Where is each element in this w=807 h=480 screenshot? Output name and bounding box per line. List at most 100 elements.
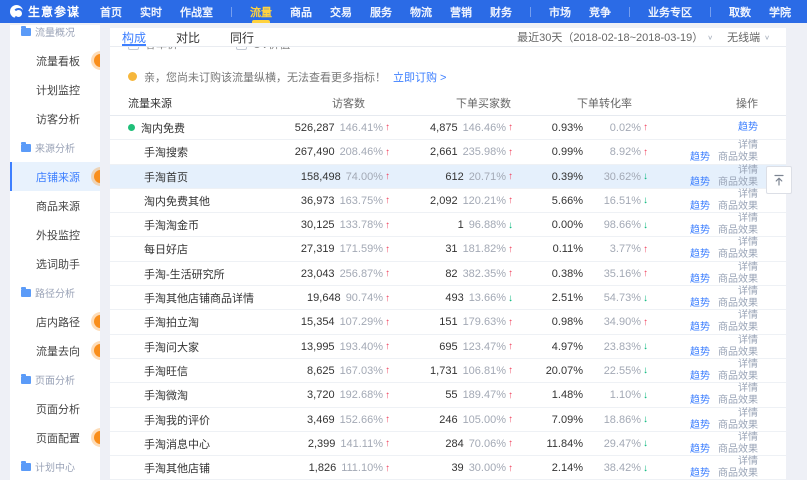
product-effect-link[interactable]: 商品效果 bbox=[718, 152, 758, 164]
detail-link[interactable]: 详情 bbox=[738, 310, 758, 322]
ops-second-line: 趋势商品效果 bbox=[690, 322, 758, 334]
sidebar-item-流量看板[interactable]: 流量看板 bbox=[10, 46, 100, 75]
nav-item-学院[interactable]: 学院 bbox=[769, 0, 791, 23]
detail-link[interactable]: 详情 bbox=[738, 140, 758, 152]
detail-link[interactable]: 详情 bbox=[738, 165, 758, 177]
sidebar-item-label: 流量看板 bbox=[36, 53, 80, 69]
arrow-up-icon: ↑ bbox=[508, 171, 513, 182]
nav-item-物流[interactable]: 物流 bbox=[410, 0, 432, 23]
tab-构成[interactable]: 构成 bbox=[122, 28, 146, 46]
trend-link[interactable]: 趋势 bbox=[690, 444, 710, 456]
product-effect-link[interactable]: 商品效果 bbox=[718, 371, 758, 383]
sidebar-section-来源分析[interactable]: 来源分析 bbox=[10, 133, 100, 162]
sidebar-item-计划监控[interactable]: 计划监控 bbox=[10, 75, 100, 104]
detail-link[interactable]: 详情 bbox=[738, 237, 758, 249]
sidebar-item-商品来源[interactable]: 商品来源 bbox=[10, 191, 100, 220]
trend-link[interactable]: 趋势 bbox=[690, 249, 710, 261]
date-range-select[interactable]: 最近30天（2018-02-18~2018-03-19） ∨ bbox=[517, 29, 713, 45]
trend-link[interactable]: 趋势 bbox=[690, 201, 710, 213]
back-to-top-button[interactable] bbox=[766, 166, 792, 194]
product-effect-link[interactable]: 商品效果 bbox=[718, 274, 758, 286]
sidebar-section-流量概况[interactable]: 流量概况 bbox=[10, 25, 100, 46]
sidebar-item-流量去向[interactable]: 流量去向 bbox=[10, 336, 100, 365]
detail-link[interactable]: 详情 bbox=[738, 359, 758, 371]
nav-item-营销[interactable]: 营销 bbox=[450, 0, 472, 23]
trend-link[interactable]: 趋势 bbox=[690, 322, 710, 334]
trend-link[interactable]: 趋势 bbox=[690, 371, 710, 383]
trend-link[interactable]: 趋势 bbox=[690, 395, 710, 407]
sidebar-item-店内路径[interactable]: 店内路径 bbox=[10, 307, 100, 336]
sidebar-section-页面分析[interactable]: 页面分析 bbox=[10, 365, 100, 394]
nav-item-竞争[interactable]: 竞争 bbox=[589, 0, 611, 23]
product-effect-link[interactable]: 商品效果 bbox=[718, 298, 758, 310]
nav-item-业务专区[interactable]: 业务专区 bbox=[648, 0, 692, 23]
app-brand[interactable]: 生意参谋 bbox=[0, 0, 94, 23]
detail-link[interactable]: 详情 bbox=[738, 213, 758, 225]
trend-link[interactable]: 趋势 bbox=[738, 122, 758, 134]
nav-item-财务[interactable]: 财务 bbox=[490, 0, 512, 23]
table-row: 手淘其他店铺商品详情19,64890.74%↑49313.66%↓2.51%54… bbox=[110, 286, 786, 310]
nav-item-首页[interactable]: 首页 bbox=[100, 0, 122, 23]
detail-link[interactable]: 详情 bbox=[738, 189, 758, 201]
sidebar-item-外投监控[interactable]: 外投监控 bbox=[10, 220, 100, 249]
sidebar-item-页面分析[interactable]: 页面分析 bbox=[10, 394, 100, 423]
nav-item-市场[interactable]: 市场 bbox=[549, 0, 571, 23]
trend-link[interactable]: 趋势 bbox=[690, 177, 710, 189]
product-effect-link[interactable]: 商品效果 bbox=[718, 347, 758, 359]
detail-link[interactable]: 详情 bbox=[738, 408, 758, 420]
sidebar-item-店铺来源[interactable]: 店铺来源 bbox=[10, 162, 100, 191]
metric-value: 695 bbox=[439, 341, 457, 353]
sidebar-section-路径分析[interactable]: 路径分析 bbox=[10, 278, 100, 307]
product-effect-link[interactable]: 商品效果 bbox=[718, 249, 758, 261]
nav-item-作战室[interactable]: 作战室 bbox=[180, 0, 213, 23]
terminal-select[interactable]: 无线端 ∨ bbox=[727, 29, 770, 45]
notification-badge bbox=[94, 431, 100, 444]
trend-link[interactable]: 趋势 bbox=[690, 468, 710, 480]
trend-link[interactable]: 趋势 bbox=[690, 274, 710, 286]
table-row: 手淘拍立淘15,354107.29%↑151179.63%↑0.98%34.90… bbox=[110, 310, 786, 334]
nav-item-商品[interactable]: 商品 bbox=[290, 0, 312, 23]
subscribe-now-link[interactable]: 立即订购 > bbox=[393, 69, 446, 85]
product-effect-link[interactable]: 商品效果 bbox=[718, 177, 758, 189]
table-row: 手淘旺信8,625167.03%↑1,731106.81%↑20.07%22.5… bbox=[110, 359, 786, 383]
product-effect-link[interactable]: 商品效果 bbox=[718, 395, 758, 407]
column-header-下单买家数: 下单买家数 bbox=[400, 95, 525, 111]
product-effect-link[interactable]: 商品效果 bbox=[718, 420, 758, 432]
product-effect-link[interactable]: 商品效果 bbox=[718, 322, 758, 334]
nav-item-实时[interactable]: 实时 bbox=[140, 0, 162, 23]
detail-link[interactable]: 详情 bbox=[738, 286, 758, 298]
visitors-cell: 27,319171.59%↑ bbox=[270, 243, 400, 255]
sidebar-item-选词助手[interactable]: 选词助手 bbox=[10, 249, 100, 278]
metric-checkbox-客单价[interactable]: 客单价 bbox=[128, 47, 178, 52]
detail-link[interactable]: 详情 bbox=[738, 432, 758, 444]
sidebar-section-计划中心[interactable]: 计划中心 bbox=[10, 452, 100, 480]
visitors-cell: 2,399141.11%↑ bbox=[270, 438, 400, 450]
ops-cell: 详情趋势商品效果 bbox=[670, 213, 786, 237]
trend-link[interactable]: 趋势 bbox=[690, 347, 710, 359]
nav-item-服务[interactable]: 服务 bbox=[370, 0, 392, 23]
product-effect-link[interactable]: 商品效果 bbox=[718, 201, 758, 213]
trend-link[interactable]: 趋势 bbox=[690, 225, 710, 237]
detail-link[interactable]: 详情 bbox=[738, 383, 758, 395]
metric-value: 39 bbox=[451, 462, 463, 474]
trend-link[interactable]: 趋势 bbox=[690, 420, 710, 432]
sidebar-item-页面配置[interactable]: 页面配置 bbox=[10, 423, 100, 452]
sidebar-item-访客分析[interactable]: 访客分析 bbox=[10, 104, 100, 133]
product-effect-link[interactable]: 商品效果 bbox=[718, 225, 758, 237]
nav-item-取数[interactable]: 取数 bbox=[729, 0, 751, 23]
product-effect-link[interactable]: 商品效果 bbox=[718, 444, 758, 456]
visitors-cell: 1,826111.10%↑ bbox=[270, 462, 400, 474]
nav-item-流量[interactable]: 流量 bbox=[250, 0, 272, 23]
trend-link[interactable]: 趋势 bbox=[690, 298, 710, 310]
tab-同行[interactable]: 同行 bbox=[230, 28, 254, 46]
product-effect-link[interactable]: 商品效果 bbox=[718, 468, 758, 480]
arrow-down-icon: ↓ bbox=[643, 365, 648, 376]
metric-value: 15,354 bbox=[301, 316, 335, 328]
nav-item-交易[interactable]: 交易 bbox=[330, 0, 352, 23]
tab-对比[interactable]: 对比 bbox=[176, 28, 200, 46]
metric-checkbox-UV价值[interactable]: UV价值 bbox=[236, 47, 290, 52]
detail-link[interactable]: 详情 bbox=[738, 335, 758, 347]
detail-link[interactable]: 详情 bbox=[738, 262, 758, 274]
detail-link[interactable]: 详情 bbox=[738, 456, 758, 468]
trend-link[interactable]: 趋势 bbox=[690, 152, 710, 164]
